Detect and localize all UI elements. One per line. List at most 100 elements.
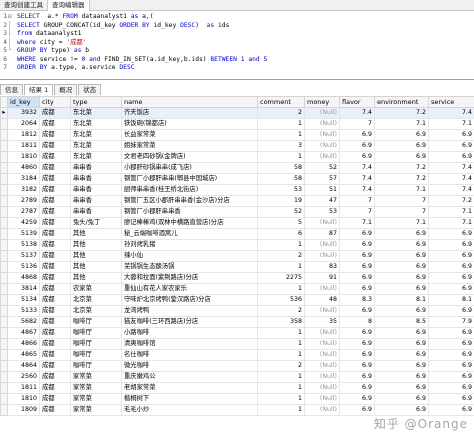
row-marker[interactable] — [0, 371, 8, 383]
cell-money[interactable]: (Null) — [304, 382, 340, 394]
cell-id_key[interactable]: 3932 — [7, 107, 40, 119]
cell-comment[interactable]: 2 — [257, 305, 305, 317]
cell-type[interactable]: 其他 — [70, 250, 122, 262]
cell-type[interactable]: 家常菜 — [70, 404, 122, 416]
cell-name[interactable]: 廖记棒棒鸡(双林中横路直营店)分店 — [121, 217, 258, 229]
cell-money[interactable]: 87 — [304, 228, 340, 240]
table-row[interactable]: 4865 成都 咖啡厅 名仕咖啡 1 (Null) 6.9 6.9 6.9 — [0, 349, 474, 361]
cell-environment[interactable]: 7.2 — [374, 107, 429, 119]
cell-environment[interactable]: 7 — [374, 206, 429, 218]
cell-flavor[interactable]: 6.9 — [339, 228, 375, 240]
table-row[interactable]: 3184 成都 串串香 钢管厂小郡肝串串(郫县中国城店) 58 57 7.4 7.2 7.4 — [0, 173, 474, 185]
cell-type[interactable]: 咖啡厅 — [70, 316, 122, 328]
cell-service[interactable]: 6.9 — [428, 129, 474, 141]
cell-id_key[interactable]: 1810 — [7, 393, 40, 405]
cell-service[interactable]: 6.9 — [428, 371, 474, 383]
cell-environment[interactable]: 6.9 — [374, 239, 429, 251]
cell-environment[interactable]: 6.9 — [374, 360, 429, 372]
cell-name[interactable]: 小郡肝砂锅串串(成飞店) — [121, 162, 258, 174]
table-row[interactable]: 3182 成都 串串香 厨师串串香(桂王桥北街店) 53 51 7.4 7.1 7.4 — [0, 184, 474, 196]
cell-type[interactable]: 其他 — [70, 228, 122, 240]
cell-environment[interactable]: 7.2 — [374, 173, 429, 185]
cell-environment[interactable]: 8.1 — [374, 294, 429, 306]
cell-id_key[interactable]: 4868 — [7, 272, 40, 284]
cell-type[interactable]: 串串香 — [70, 184, 122, 196]
cell-id_key[interactable]: 2789 — [7, 195, 40, 207]
cell-city[interactable]: 成都 — [39, 184, 71, 196]
cell-city[interactable]: 成都 — [39, 140, 71, 152]
cell-id_key[interactable]: 3814 — [7, 283, 40, 295]
cell-service[interactable]: 6.9 — [428, 404, 474, 416]
cell-flavor[interactable]: 6.9 — [339, 305, 375, 317]
table-row[interactable]: 4868 成都 其他 大蓉和拉面(紫荆路店)分店 2275 91 6.9 6.9 6.9 — [0, 272, 474, 284]
table-row[interactable]: 1810 成都 家常菜 楷桐树下 1 (Null) 6.9 6.9 6.9 — [0, 393, 474, 405]
cell-type[interactable]: 咖啡厅 — [70, 360, 122, 372]
cell-id_key[interactable]: 1811 — [7, 382, 40, 394]
cell-city[interactable]: 成都 — [39, 371, 71, 383]
cell-type[interactable]: 东北菜 — [70, 151, 122, 163]
table-row[interactable]: 5136 成都 其他 芜锅锅生态酸汤锅 1 83 6.9 6.9 6.9 — [0, 261, 474, 273]
cell-flavor[interactable]: 6.9 — [339, 239, 375, 251]
cell-flavor[interactable]: 6.9 — [339, 338, 375, 350]
cell-flavor[interactable]: 7.4 — [339, 107, 375, 119]
cell-service[interactable]: 7.9 — [428, 316, 474, 328]
cell-money[interactable]: (Null) — [304, 118, 340, 130]
cell-environment[interactable]: 7.1 — [374, 184, 429, 196]
cell-flavor[interactable]: 6.9 — [339, 151, 375, 163]
cell-environment[interactable]: 6.9 — [374, 327, 429, 339]
cell-comment[interactable]: 3 — [257, 140, 305, 152]
cell-money[interactable]: (Null) — [304, 393, 340, 405]
cell-id_key[interactable]: 5137 — [7, 250, 40, 262]
cell-environment[interactable]: 7.1 — [374, 217, 429, 229]
cell-comment[interactable]: 1 — [257, 118, 305, 130]
row-marker[interactable]: ▸ — [0, 107, 8, 119]
cell-service[interactable]: 7.2 — [428, 195, 474, 207]
cell-name[interactable]: 芜锅锅生态酸汤锅 — [121, 261, 258, 273]
cell-city[interactable]: 成都 — [39, 393, 71, 405]
cell-name[interactable]: 大蓉和拉面(紫荆路店)分店 — [121, 272, 258, 284]
cell-city[interactable]: 成都 — [39, 294, 71, 306]
cell-service[interactable]: 6.9 — [428, 239, 474, 251]
cell-environment[interactable]: 6.9 — [374, 261, 429, 273]
cell-id_key[interactable]: 2560 — [7, 371, 40, 383]
cell-money[interactable]: (Null) — [304, 360, 340, 372]
sql-editor[interactable]: 1 ⊟ SELECT a.* FROM dataanalyst1 as a,(2 │ S… — [0, 11, 474, 76]
column-header-environment[interactable]: environment — [374, 96, 429, 108]
cell-name[interactable]: 猫友咖啡(三环西路店)分店 — [121, 316, 258, 328]
cell-flavor[interactable]: 7 — [339, 118, 375, 130]
cell-money[interactable]: (Null) — [304, 338, 340, 350]
cell-name[interactable]: 楷桐树下 — [121, 393, 258, 405]
cell-name[interactable]: 龙湾烤鸭 — [121, 305, 258, 317]
cell-city[interactable]: 成都 — [39, 283, 71, 295]
cell-comment[interactable]: 52 — [257, 206, 305, 218]
cell-flavor[interactable]: 8 — [339, 316, 375, 328]
cell-flavor[interactable]: 6.9 — [339, 129, 375, 141]
cell-type[interactable]: 家常菜 — [70, 382, 122, 394]
cell-city[interactable]: 成都 — [39, 327, 71, 339]
table-row[interactable]: 2787 成都 串串香 钢管厂小郡肝串串香 52 53 7 7 7.1 — [0, 206, 474, 218]
cell-flavor[interactable]: 6.9 — [339, 261, 375, 273]
cell-comment[interactable]: 2275 — [257, 272, 305, 284]
cell-name[interactable]: 孙刘烤乳猪 — [121, 239, 258, 251]
cell-environment[interactable]: 6.9 — [374, 404, 429, 416]
cell-id_key[interactable]: 5136 — [7, 261, 40, 273]
cell-environment[interactable]: 6.9 — [374, 338, 429, 350]
cell-comment[interactable]: 58 — [257, 162, 305, 174]
cell-comment[interactable]: 1 — [257, 338, 305, 350]
row-marker[interactable] — [0, 316, 8, 328]
column-header-flavor[interactable]: flavor — [339, 96, 375, 108]
cell-type[interactable]: 东北菜 — [70, 129, 122, 141]
table-row[interactable]: 2560 成都 家常菜 重庆嫩鸡公 1 (Null) 6.9 6.9 6.9 — [0, 371, 474, 383]
cell-type[interactable]: 串串香 — [70, 206, 122, 218]
row-marker[interactable] — [0, 195, 8, 207]
cell-comment[interactable]: 1 — [257, 382, 305, 394]
table-row[interactable]: 4860 成都 串串香 小郡肝砂锅串串(成飞店) 58 52 7.4 7.2 7.4 — [0, 162, 474, 174]
cell-name[interactable]: 长益家常菜 — [121, 129, 258, 141]
cell-id_key[interactable]: 3182 — [7, 184, 40, 196]
cell-name[interactable]: 重仙山有花人家农家乐 — [121, 283, 258, 295]
table-row[interactable]: 4864 成都 咖啡厅 微光咖啡 2 (Null) 6.9 6.9 6.9 — [0, 360, 474, 372]
cell-comment[interactable]: 1 — [257, 371, 305, 383]
cell-type[interactable]: 串串香 — [70, 162, 122, 174]
cell-id_key[interactable]: 5138 — [7, 239, 40, 251]
cell-money[interactable]: (Null) — [304, 404, 340, 416]
